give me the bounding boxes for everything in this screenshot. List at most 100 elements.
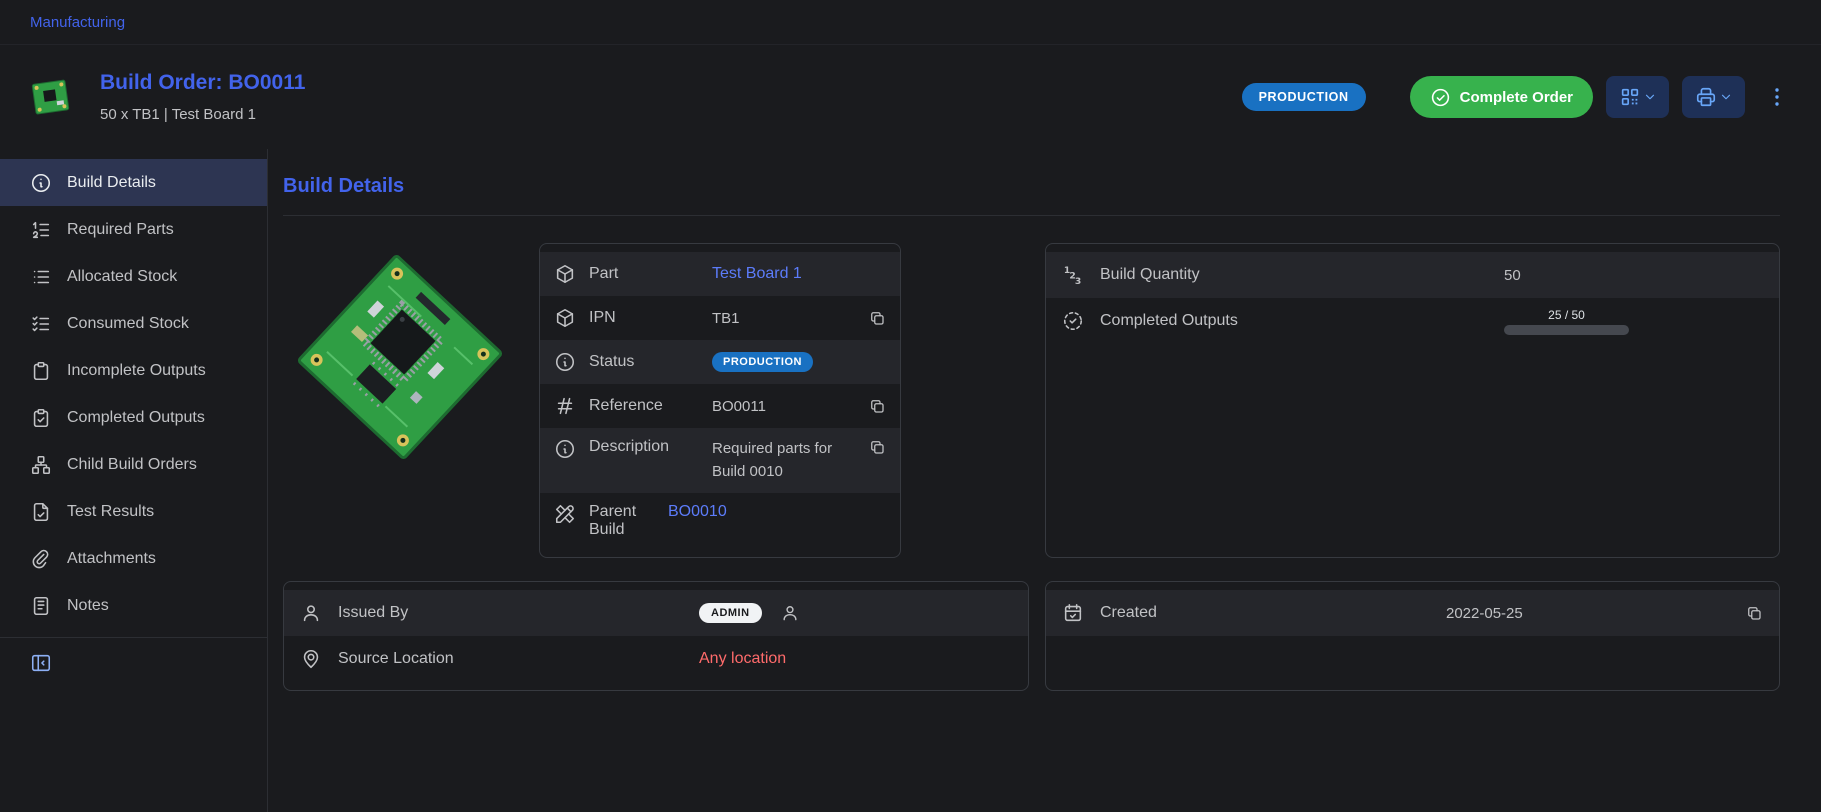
- breadcrumb: Manufacturing: [0, 0, 1821, 45]
- created-row: Created 2022-05-25: [1046, 590, 1779, 636]
- tools-icon: [554, 503, 576, 525]
- issued-by-label: Issued By: [338, 604, 683, 622]
- user-icon: [300, 602, 322, 624]
- detail-row-reference: Reference BO0011: [540, 384, 900, 428]
- copy-icon: [868, 397, 886, 415]
- sidebar-item-required-parts[interactable]: Required Parts: [0, 206, 267, 253]
- copy-icon: [868, 438, 886, 456]
- source-location-label: Source Location: [338, 650, 683, 668]
- sidebar-item-label: Incomplete Outputs: [67, 362, 206, 380]
- complete-order-button[interactable]: Complete Order: [1410, 76, 1593, 118]
- build-details-panel: Part Test Board 1 IPN: [539, 243, 901, 558]
- status-badge: PRODUCTION: [712, 352, 813, 372]
- issued-panel: Issued By ADMIN: [283, 581, 1029, 691]
- sidebar-item-label: Build Details: [67, 174, 156, 192]
- sidebar-collapse-icon: [30, 652, 52, 674]
- list-numbers-icon: [30, 219, 52, 241]
- part-link[interactable]: Test Board 1: [712, 265, 802, 283]
- file-check-icon: [30, 501, 52, 523]
- quantity-row-completed-outputs: Completed Outputs 25 / 50: [1046, 298, 1779, 344]
- quantity-row-build-quantity: 1 2 3 Build Quantity 50: [1046, 252, 1779, 298]
- sidebar-item-consumed-stock[interactable]: Consumed Stock: [0, 300, 267, 347]
- heading-divider: [283, 215, 1780, 216]
- progress-label: 25 / 50: [1504, 308, 1629, 322]
- page-title: Build Order: BO0011: [100, 71, 305, 95]
- detail-value: Required parts for Build 0010: [712, 438, 860, 483]
- part-thumbnail[interactable]: [28, 74, 74, 120]
- parent-build-link[interactable]: BO0010: [668, 503, 727, 521]
- issued-by-badge: ADMIN: [699, 603, 762, 623]
- print-actions-button[interactable]: [1682, 76, 1745, 118]
- page-subtitle: 50 x TB1 | Test Board 1: [100, 106, 305, 123]
- source-location-value: Any location: [699, 650, 786, 668]
- quantity-label: Completed Outputs: [1100, 312, 1488, 330]
- detail-row-ipn: IPN TB1: [540, 296, 900, 340]
- copy-icon: [868, 309, 886, 327]
- progress-check-icon: [1062, 310, 1084, 332]
- info-circle-icon: [554, 351, 576, 373]
- sidebar-item-completed-outputs[interactable]: Completed Outputs: [0, 394, 267, 441]
- main-content: Build Details: [268, 149, 1821, 812]
- build-quantity-panel: 1 2 3 Build Quantity 50: [1045, 243, 1780, 558]
- detail-value: BO0011: [712, 398, 766, 415]
- copy-button[interactable]: [868, 397, 886, 415]
- sidebar-item-attachments[interactable]: Attachments: [0, 535, 267, 582]
- detail-row-parent-build: Parent Build BO0010: [540, 493, 900, 549]
- map-pin-icon: [300, 648, 322, 670]
- dots-vertical-icon: [1765, 85, 1789, 109]
- sidebar-item-label: Child Build Orders: [67, 456, 197, 474]
- sidebar-item-test-results[interactable]: Test Results: [0, 488, 267, 535]
- clipboard-icon: [30, 360, 52, 382]
- sidebar-item-allocated-stock[interactable]: Allocated Stock: [0, 253, 267, 300]
- page-header: Build Order: BO0011 50 x TB1 | Test Boar…: [0, 45, 1821, 149]
- calendar-icon: [1062, 602, 1084, 624]
- notes-icon: [30, 595, 52, 617]
- copy-button[interactable]: [868, 309, 886, 327]
- chevron-down-icon: [1719, 90, 1733, 104]
- circle-check-icon: [1430, 87, 1451, 108]
- part-image[interactable]: [283, 243, 518, 471]
- issued-by-row: Issued By ADMIN: [284, 590, 1028, 636]
- sidebar-item-label: Completed Outputs: [67, 409, 205, 427]
- copy-button[interactable]: [1745, 604, 1763, 622]
- sidebar-item-notes[interactable]: Notes: [0, 582, 267, 629]
- title-block: Build Order: BO0011 50 x TB1 | Test Boar…: [100, 71, 305, 123]
- sidebar-item-label: Required Parts: [67, 221, 174, 239]
- source-location-row: Source Location Any location: [284, 636, 1028, 682]
- detail-label: Parent Build: [589, 503, 655, 539]
- barcode-actions-button[interactable]: [1606, 76, 1669, 118]
- created-panel: Created 2022-05-25: [1045, 581, 1780, 691]
- detail-value: TB1: [712, 310, 740, 327]
- sidebar-item-child-build-orders[interactable]: Child Build Orders: [0, 441, 267, 488]
- detail-label: Part: [589, 265, 699, 283]
- breadcrumb-manufacturing-link[interactable]: Manufacturing: [30, 14, 125, 31]
- created-value: 2022-05-25: [1446, 605, 1523, 622]
- detail-row-status: Status PRODUCTION: [540, 340, 900, 384]
- list-icon: [30, 266, 52, 288]
- status-badge: PRODUCTION: [1242, 83, 1366, 111]
- box-icon: [554, 307, 576, 329]
- hash-icon: [554, 395, 576, 417]
- sidebar-collapse-button[interactable]: [0, 638, 52, 674]
- sidebar-item-label: Notes: [67, 597, 109, 615]
- qrcode-icon: [1619, 86, 1641, 108]
- sidebar-item-incomplete-outputs[interactable]: Incomplete Outputs: [0, 347, 267, 394]
- printer-icon: [1695, 86, 1717, 108]
- app-window: Manufacturing Build Order: BO0011 50 x T…: [0, 0, 1821, 812]
- sidebar-item-build-details[interactable]: Build Details: [0, 159, 267, 206]
- detail-label: IPN: [589, 309, 699, 327]
- completed-outputs-progress: 25 / 50: [1504, 304, 1629, 339]
- progress-track: [1504, 325, 1629, 335]
- sidebar-item-label: Allocated Stock: [67, 268, 177, 286]
- detail-row-description: Description Required parts for Build 001…: [540, 428, 900, 493]
- copy-button[interactable]: [868, 438, 886, 456]
- more-actions-button[interactable]: [1761, 81, 1793, 113]
- sidebar-item-label: Attachments: [67, 550, 156, 568]
- list-check-icon: [30, 313, 52, 335]
- page-section-heading: Build Details: [283, 175, 1780, 198]
- complete-order-label: Complete Order: [1460, 89, 1573, 106]
- pcb-image: [283, 243, 518, 471]
- user-icon: [780, 603, 800, 623]
- sidebar-item-label: Test Results: [67, 503, 154, 521]
- pcb-thumbnail-image: [28, 74, 74, 120]
